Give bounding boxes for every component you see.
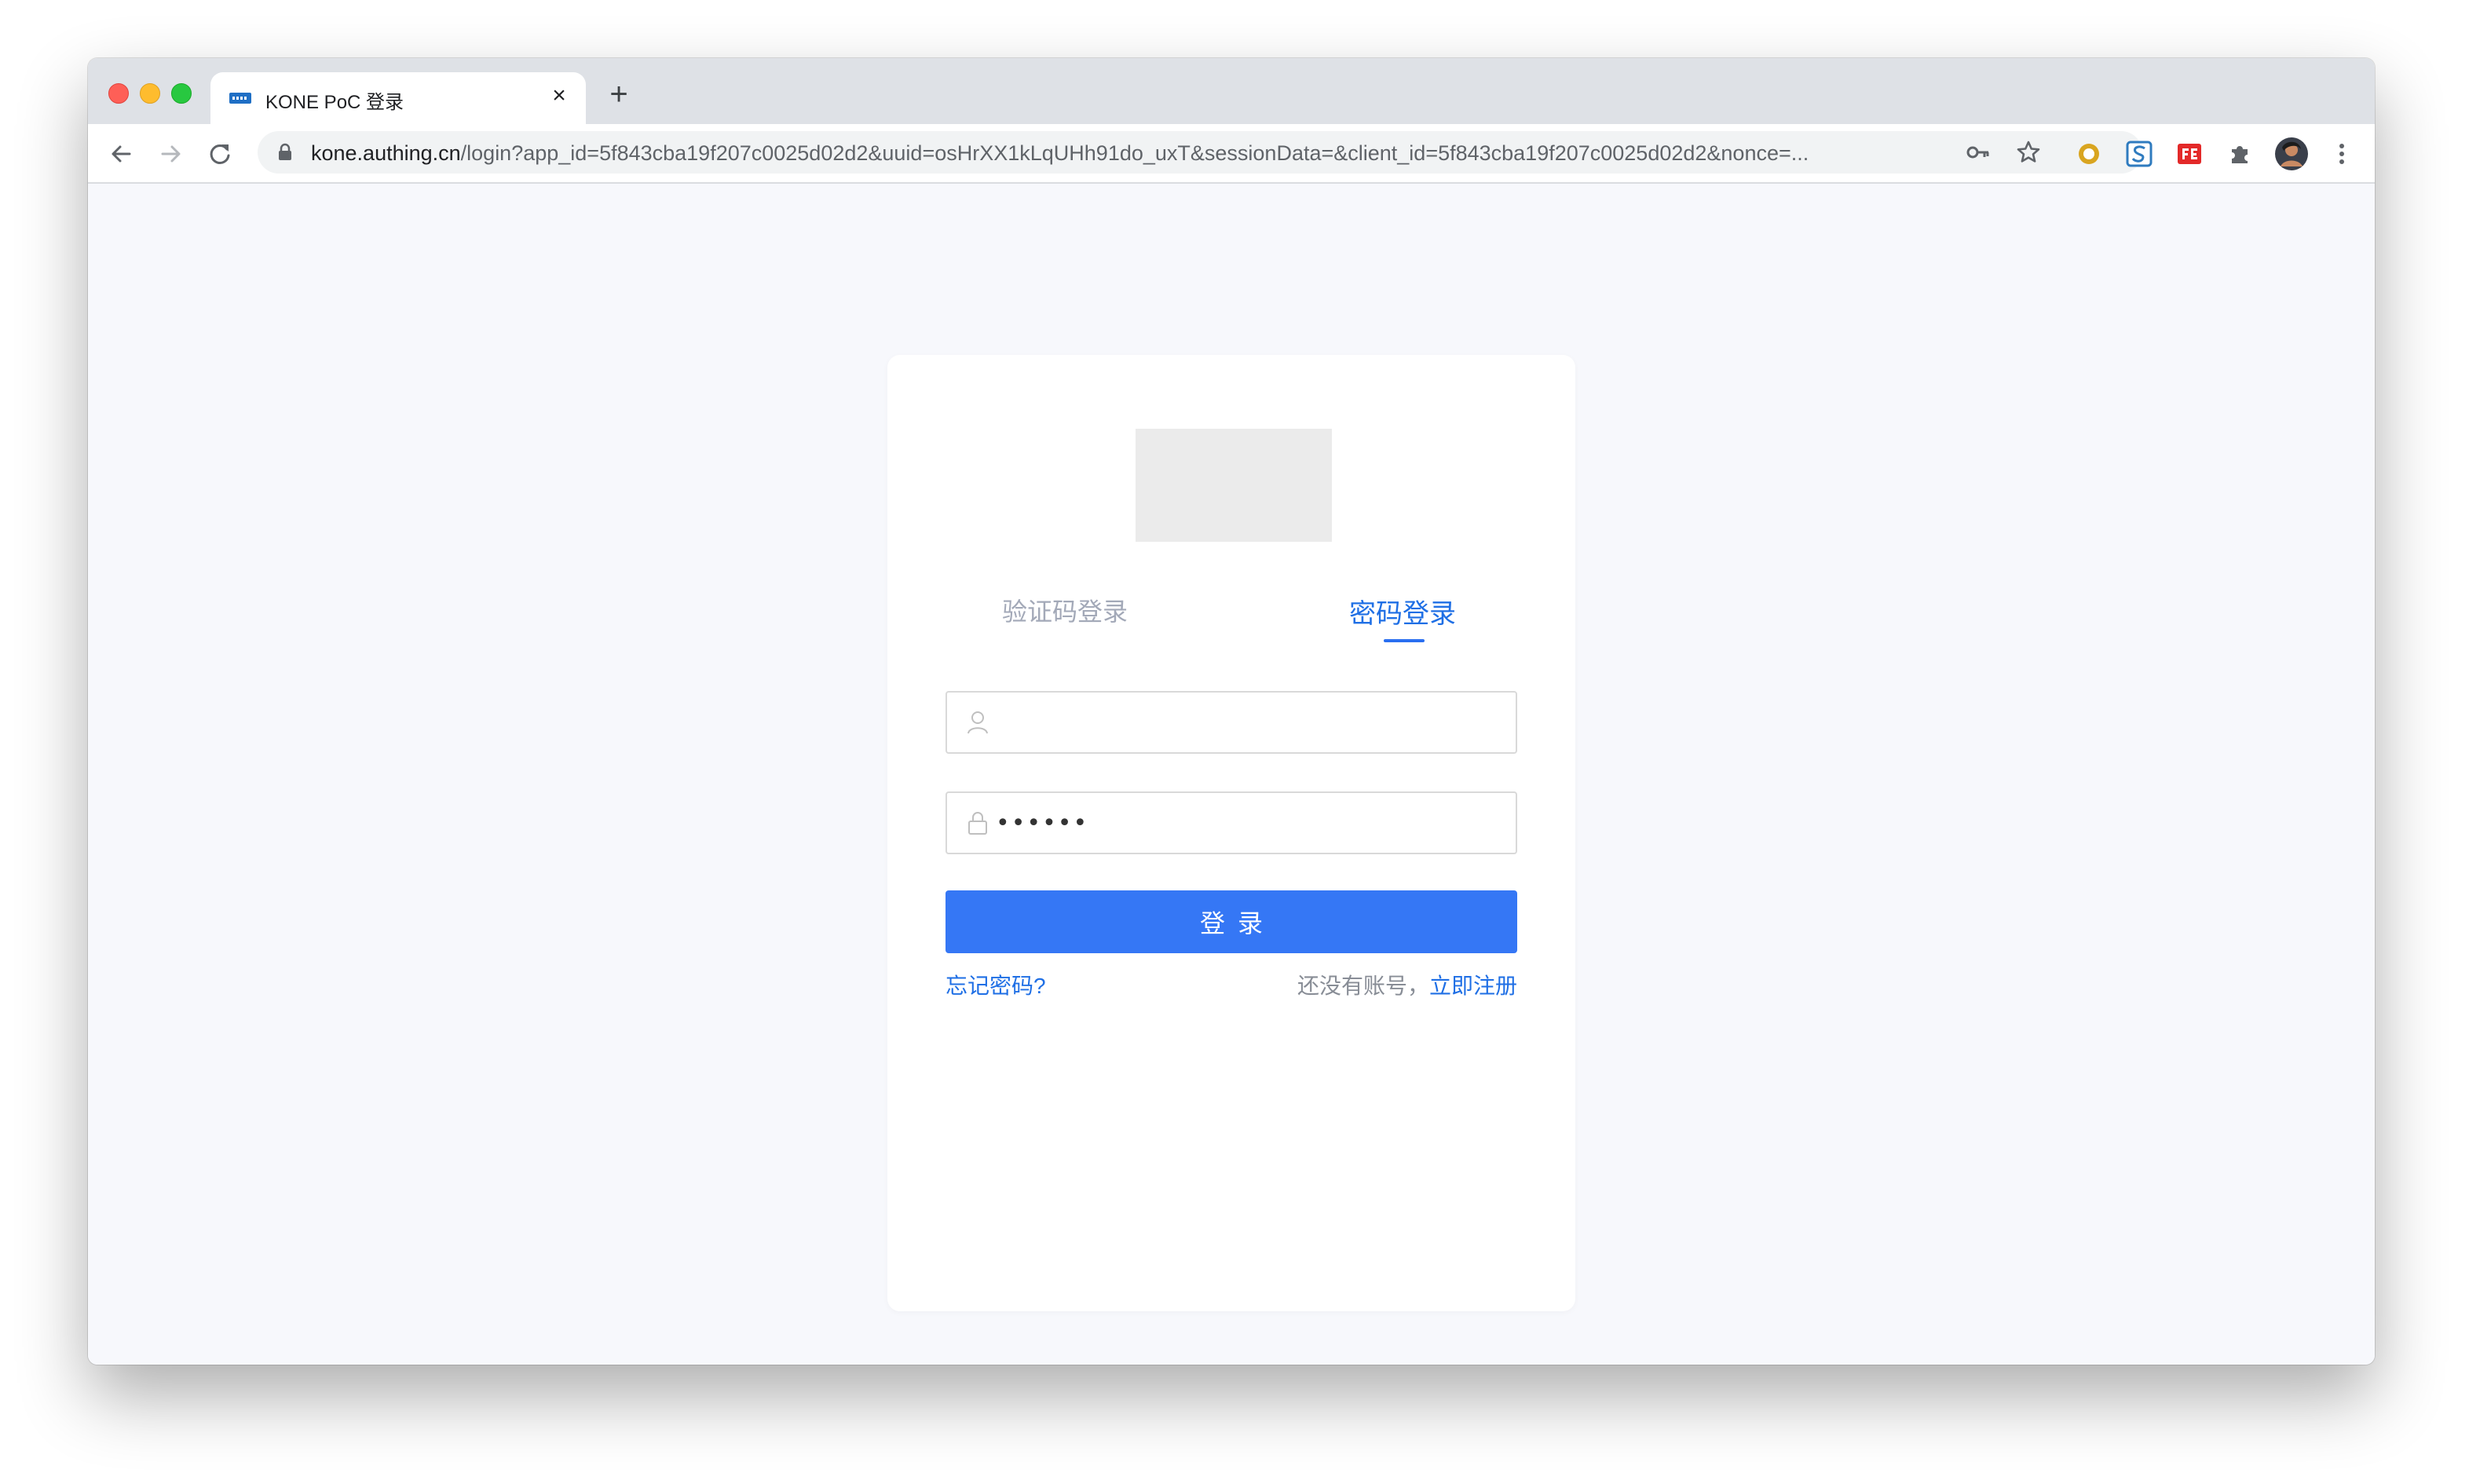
username-field[interactable] [946, 691, 1517, 754]
new-tab-button[interactable]: + [605, 79, 633, 110]
forward-icon[interactable] [155, 138, 187, 170]
tab-password-login[interactable]: 密码登录 [1349, 592, 1456, 631]
password-field[interactable] [946, 791, 1517, 854]
password-input[interactable] [996, 793, 1498, 853]
lock-icon[interactable] [275, 142, 295, 163]
signup-hint: 还没有账号， [1297, 974, 1429, 998]
url-host: kone.authing.cn [311, 141, 461, 165]
minimize-window-button[interactable] [140, 83, 160, 104]
extension-ring-icon[interactable] [2075, 140, 2103, 168]
signup-row: 还没有账号，立即注册 [1297, 969, 1517, 1000]
tab-title: KONE PoC 登录 [265, 92, 404, 113]
reload-icon[interactable] [204, 138, 236, 170]
tab-verification-code-login[interactable]: 验证码登录 [1002, 592, 1128, 628]
maximize-window-button[interactable] [171, 83, 192, 104]
login-button[interactable]: 登录 [946, 890, 1517, 953]
user-icon [967, 711, 988, 734]
extension-s-icon[interactable] [2125, 140, 2153, 168]
tab-strip: KONE PoC 登录 × + [88, 58, 2375, 124]
url-text[interactable]: kone.authing.cn/login?app_id=5f843cba19f… [311, 141, 1882, 166]
lock-icon [968, 812, 987, 835]
forgot-password-link[interactable]: 忘记密码? [946, 969, 1046, 1000]
star-icon[interactable] [2015, 139, 2042, 166]
active-tab-indicator [1384, 639, 1425, 642]
app-logo [1136, 429, 1332, 542]
login-card: 验证码登录 密码登录 登录 忘记密码? 还没有账号，立即注册 [887, 355, 1575, 1311]
browser-tab-active[interactable]: KONE PoC 登录 × [210, 72, 586, 124]
key-icon[interactable] [1965, 139, 1992, 166]
menu-dots-icon[interactable] [2328, 140, 2356, 168]
site-favicon-icon [229, 93, 251, 104]
back-icon[interactable] [105, 138, 137, 170]
browser-window: KONE PoC 登录 × + kone.authing.cn/login?ap… [88, 58, 2375, 1365]
puzzle-icon[interactable] [2226, 140, 2254, 168]
extension-fe-icon[interactable] [2175, 140, 2204, 168]
signup-link[interactable]: 立即注册 [1429, 974, 1517, 998]
close-window-button[interactable] [108, 83, 129, 104]
url-path: /login?app_id=5f843cba19f207c0025d02d2&u… [460, 141, 1809, 165]
profile-avatar[interactable] [2274, 137, 2309, 171]
address-bar[interactable]: kone.authing.cn/login?app_id=5f843cba19f… [258, 131, 2142, 174]
browser-toolbar: kone.authing.cn/login?app_id=5f843cba19f… [88, 124, 2375, 184]
page-content: 验证码登录 密码登录 登录 忘记密码? 还没有账号，立即注册 [88, 184, 2375, 1365]
tab-close-icon[interactable]: × [547, 83, 572, 108]
username-input[interactable] [996, 693, 1498, 752]
